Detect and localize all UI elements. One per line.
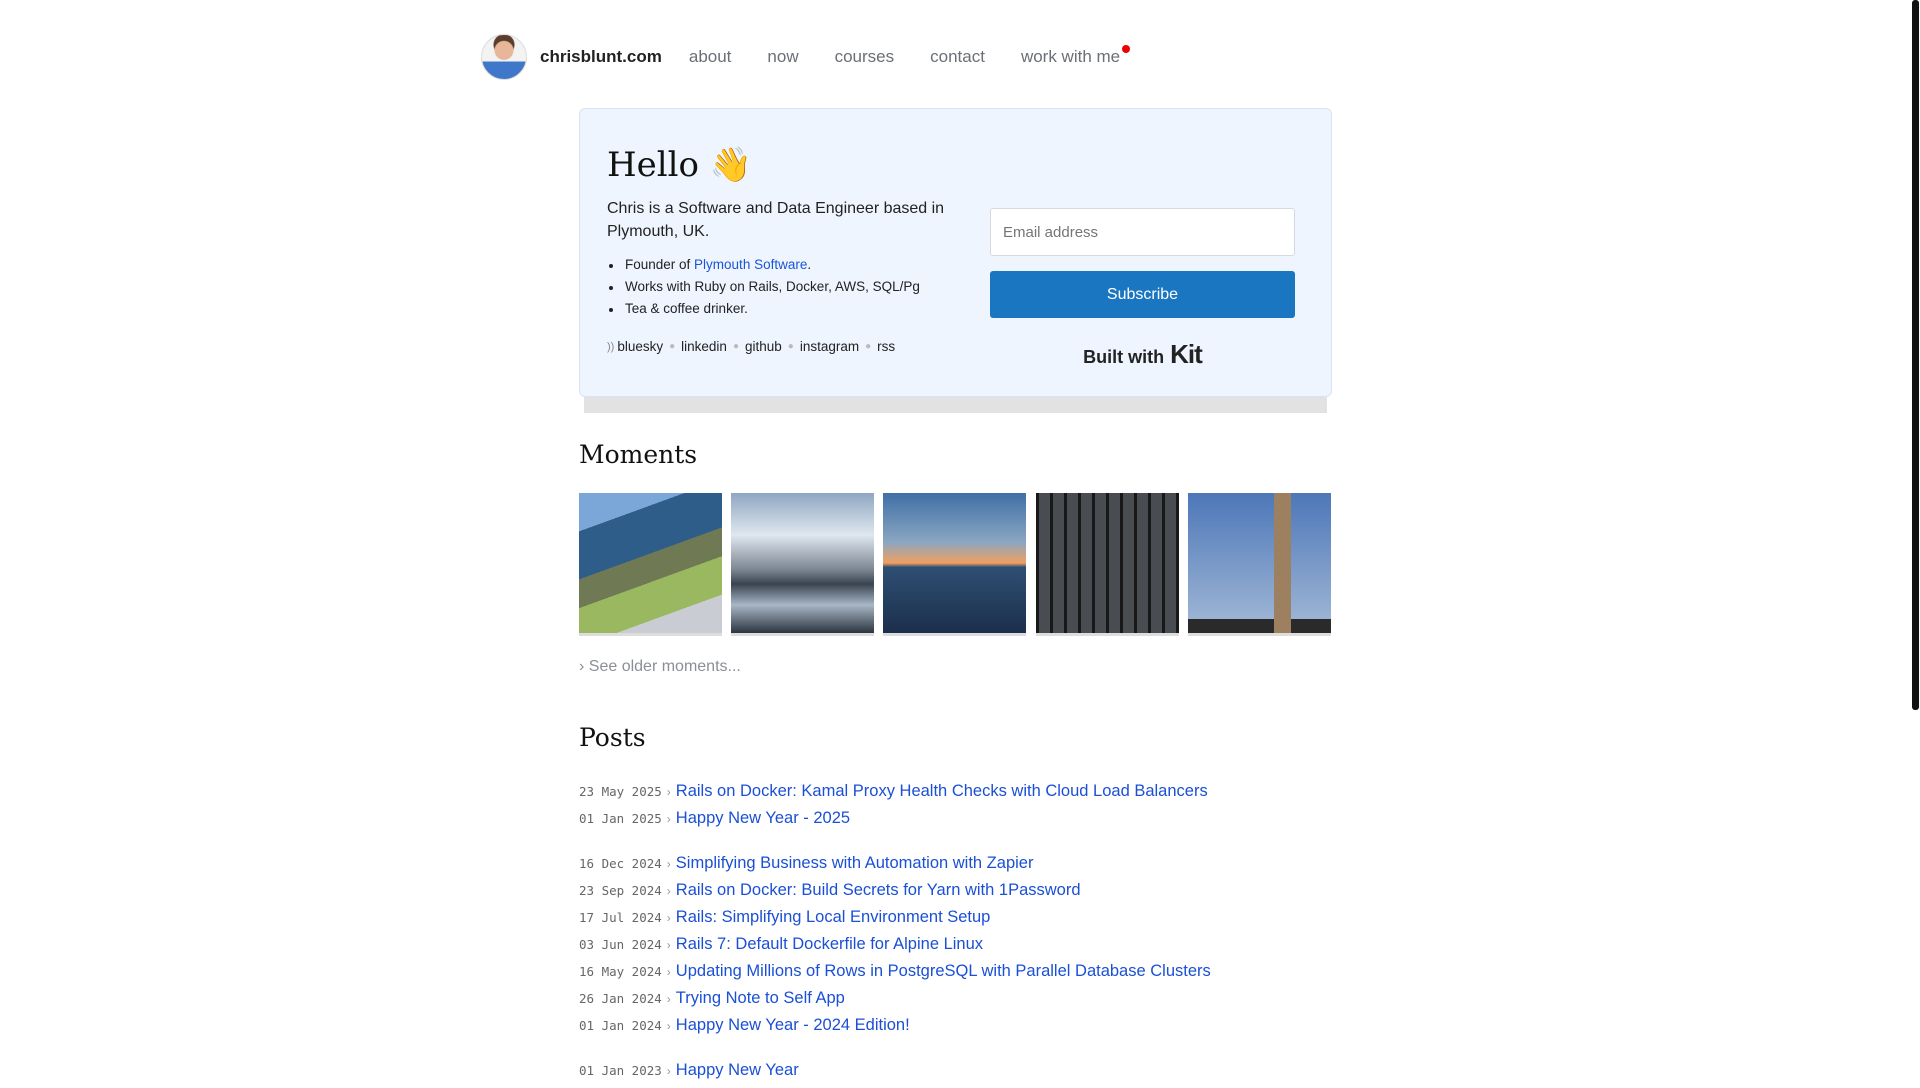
post-link[interactable]: Happy New Year - 2024 Edition! (676, 1016, 910, 1035)
bio-item: Founder of Plymouth Software. (607, 257, 920, 279)
social-linkedin[interactable]: linkedin (681, 339, 727, 354)
nav-contact[interactable]: contact (930, 47, 985, 67)
nav-now[interactable]: now (767, 47, 798, 67)
card-shadow (584, 397, 1327, 413)
social-github[interactable]: github (745, 339, 782, 354)
bio-item-suffix: . (807, 257, 812, 272)
brand-link[interactable]: chrisblunt.com (540, 47, 662, 67)
chevron-right-icon: › (666, 857, 671, 871)
chevron-right-icon: › (666, 812, 671, 826)
post-date: 16 Dec 2024 (579, 856, 662, 871)
chevron-right-icon: › (666, 992, 671, 1006)
separator: ● (865, 341, 872, 352)
chevron-right-icon: › (666, 938, 671, 952)
moment-photo-fjord[interactable] (731, 493, 874, 636)
post-row: 16 May 2024 › Updating Millions of Rows in… (579, 962, 1211, 989)
chevron-right-icon: › (666, 785, 671, 799)
chevron-right-icon: › (666, 1019, 671, 1033)
post-row: 26 Jan 2024 › Trying Note to Self App (579, 989, 845, 1016)
post-date: 17 Jul 2024 (579, 910, 662, 925)
moment-photo-coast[interactable] (579, 493, 722, 636)
bio-list: Founder of Plymouth Software. Works with… (607, 257, 920, 323)
post-row: 03 Jun 2024 › Rails 7: Default Dockerfile … (579, 935, 983, 962)
plymouth-software-link[interactable]: Plymouth Software (694, 257, 807, 272)
posts-heading: Posts (579, 723, 646, 752)
social-instagram[interactable]: instagram (800, 339, 859, 354)
post-date: 03 Jun 2024 (579, 937, 662, 952)
social-rss[interactable]: rss (877, 339, 895, 354)
post-link[interactable]: Updating Millions of Rows in PostgreSQL … (676, 962, 1211, 981)
post-link[interactable]: Rails: Simplifying Local Environment Set… (676, 908, 991, 927)
post-date: 23 Sep 2024 (579, 883, 662, 898)
chevron-right-icon: › (666, 965, 671, 979)
social-links: )) bluesky ● linkedin ● github ● instagram ●… (607, 339, 895, 354)
post-link[interactable]: Simplifying Business with Automation wit… (676, 854, 1034, 873)
post-date: 01 Jan 2025 (579, 811, 662, 826)
separator: ● (787, 341, 794, 352)
subscribe-button[interactable]: Subscribe (990, 271, 1295, 318)
post-row: 01 Jan 2025 › Happy New Year - 2025 (579, 809, 850, 836)
post-link[interactable]: Happy New Year (676, 1061, 799, 1080)
intro-card: Hello 👋 Chris is a Software and Data Eng… (579, 108, 1332, 397)
hello-heading: Hello 👋 (607, 145, 753, 185)
notification-dot (1122, 45, 1131, 53)
nav-work-with-me[interactable]: work with me (1021, 45, 1131, 67)
moment-photo-sunset[interactable] (883, 493, 1026, 636)
moment-photo-tower[interactable] (1188, 493, 1331, 636)
rss-icon: )) (607, 340, 615, 353)
nav-work-label[interactable]: work with me (1021, 47, 1120, 66)
separator: ● (669, 341, 676, 352)
post-date: 01 Jan 2023 (579, 1063, 662, 1078)
post-row: 16 Dec 2024 › Simplifying Business with Au… (579, 854, 1033, 881)
post-date: 01 Jan 2024 (579, 1018, 662, 1033)
chevron-right-icon: › (666, 911, 671, 925)
built-with-label: Built with (1083, 347, 1165, 367)
bio-text: Chris is a Software and Data Engineer ba… (607, 200, 945, 240)
post-link[interactable]: Rails 7: Default Dockerfile for Alpine L… (676, 935, 983, 954)
post-date: 23 May 2025 (579, 784, 662, 799)
nav-about[interactable]: about (689, 47, 732, 67)
chevron-right-icon: › (666, 884, 671, 898)
kit-logo: Kit (1170, 339, 1203, 369)
post-link[interactable]: Rails on Docker: Build Secrets for Yarn … (676, 881, 1081, 900)
moments-heading: Moments (579, 440, 698, 469)
post-date: 16 May 2024 (579, 964, 662, 979)
bio-item: Works with Ruby on Rails, Docker, AWS, S… (607, 279, 920, 301)
email-input[interactable] (990, 208, 1295, 256)
avatar[interactable] (481, 34, 527, 80)
social-bluesky[interactable]: bluesky (617, 339, 663, 354)
nav-courses[interactable]: courses (835, 47, 895, 67)
post-row: 23 Sep 2024 › Rails on Docker: Build Secre… (579, 881, 1081, 908)
chevron-right-icon: › (666, 1064, 671, 1078)
post-link[interactable]: Trying Note to Self App (676, 989, 845, 1008)
bio-item-text: Founder of (625, 257, 695, 272)
post-row: 01 Jan 2024 › Happy New Year - 2024 Editio… (579, 1016, 910, 1043)
post-date: 26 Jan 2024 (579, 991, 662, 1006)
see-older-moments-link[interactable]: › See older moments... (579, 658, 741, 676)
scrollbar[interactable] (1912, 0, 1919, 710)
post-row: 23 May 2025 › Rails on Docker: Kamal Proxy… (579, 782, 1208, 809)
post-link[interactable]: Happy New Year - 2025 (676, 809, 850, 828)
post-link[interactable]: Rails on Docker: Kamal Proxy Health Chec… (676, 782, 1208, 801)
post-row: 17 Jul 2024 › Rails: Simplifying Local Env… (579, 908, 990, 935)
built-with-kit-badge[interactable]: Built with Kit (990, 339, 1295, 370)
moment-photo-station[interactable] (1036, 493, 1179, 636)
separator: ● (732, 341, 739, 352)
bio-item: Tea & coffee drinker. (607, 301, 920, 323)
post-row: 01 Jan 2023 › Happy New Year (579, 1061, 799, 1088)
site-nav: chrisblunt.com about now courses contact… (481, 33, 1156, 81)
